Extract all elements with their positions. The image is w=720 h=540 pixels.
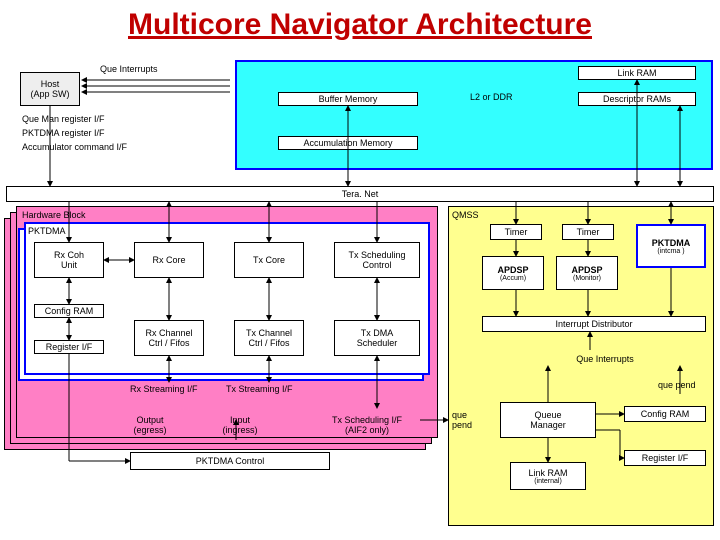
tx-sched-ctrl-box: Tx Scheduling Control (334, 242, 420, 278)
que-pend1-label: que pend (658, 380, 696, 390)
input-ingress-label: Input (ingress) (200, 410, 280, 440)
que-interrupts-label: Que Interrupts (100, 64, 158, 74)
tx-core-box: Tx Core (234, 242, 304, 278)
que-interrupts-qmss-box: Que Interrupts (504, 352, 706, 366)
apdsp1-sub: (Accum) (500, 275, 526, 282)
timer2-box: Timer (562, 224, 614, 240)
pktdma-qmss-label: PKTDMA (652, 238, 691, 248)
rx-streaming-label: Rx Streaming I/F (130, 384, 198, 394)
apdsp2-box: APDSP (Monitor) (556, 256, 618, 290)
hw-block-title: Hardware Block (22, 210, 86, 220)
qmss-title: QMSS (452, 210, 479, 220)
link-ram-qmss-label: Link RAM (528, 468, 567, 478)
que-pend2-label: que pend (452, 410, 472, 430)
tx-sched-if-label: Tx Scheduling I/F (AIF2 only) (312, 410, 422, 440)
descriptor-rams-box: Descriptor RAMs (578, 92, 696, 106)
tx-channel-box: Tx Channel Ctrl / Fifos (234, 320, 304, 356)
timer1-box: Timer (490, 224, 542, 240)
link-ram-qmss-sub: (internal) (534, 478, 562, 485)
architecture-diagram: Host (App SW) Que Interrupts Link RAM Bu… (0, 50, 720, 540)
apdsp1-label: APDSP (497, 265, 528, 275)
output-egress-label: Output (egress) (110, 410, 190, 440)
tx-dma-sched-box: Tx DMA Scheduler (334, 320, 420, 356)
accum-cmd-label: Accumulator command I/F (22, 142, 127, 152)
que-man-reg-label: Que Man register I/F (22, 114, 105, 124)
pktdma-reg-label: PKTDMA register I/F (22, 128, 105, 138)
pktdma-qmss-box: PKTDMA (intcma ) (636, 224, 706, 268)
queue-manager-box: Queue Manager (500, 402, 596, 438)
interrupt-dist-box: Interrupt Distributor (482, 316, 706, 332)
register-if-hw-box: Register I/F (34, 340, 104, 354)
config-ram-hw-box: Config RAM (34, 304, 104, 318)
register-if-qmss-box: Register I/F (624, 450, 706, 466)
pktdma-title: PKTDMA (28, 226, 66, 236)
apdsp1-box: APDSP (Accum) (482, 256, 544, 290)
host-box: Host (App SW) (20, 72, 80, 106)
rx-coh-box: Rx Coh Unit (34, 242, 104, 278)
config-ram-qmss-box: Config RAM (624, 406, 706, 422)
rx-core-box: Rx Core (134, 242, 204, 278)
teranet-bus: Tera. Net (6, 186, 714, 202)
pktdma-qmss-sub: (intcma ) (657, 248, 684, 255)
link-ram-box: Link RAM (578, 66, 696, 80)
pktdma-control-box: PKTDMA Control (130, 452, 330, 470)
page-title: Multicore Navigator Architecture (0, 0, 720, 50)
apdsp2-sub: (Monitor) (573, 275, 601, 282)
rx-channel-box: Rx Channel Ctrl / Fifos (134, 320, 204, 356)
link-ram-qmss-box: Link RAM (internal) (510, 462, 586, 490)
buffer-memory-box: Buffer Memory (278, 92, 418, 106)
l2-or-ddr-label: L2 or DDR (470, 92, 513, 102)
tx-streaming-label: Tx Streaming I/F (226, 384, 293, 394)
apdsp2-label: APDSP (571, 265, 602, 275)
accum-memory-box: Accumulation Memory (278, 136, 418, 150)
